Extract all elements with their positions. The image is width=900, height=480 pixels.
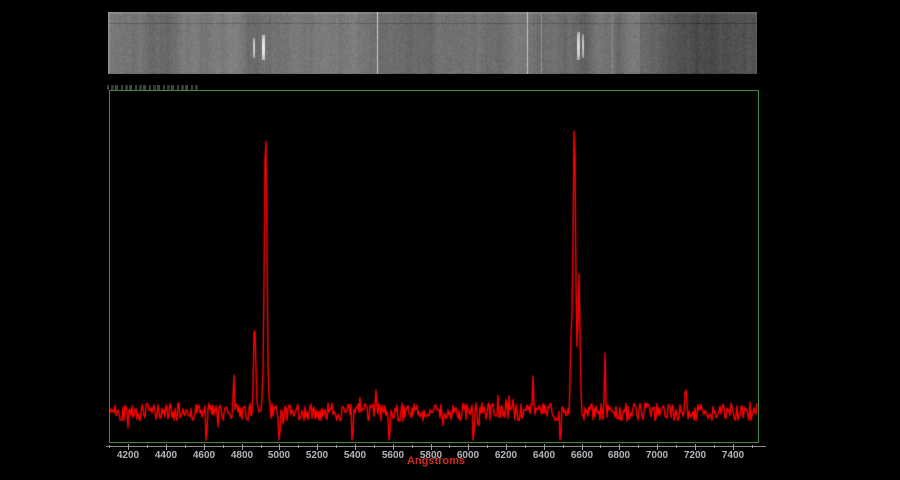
x-axis-minor-tick <box>336 445 337 448</box>
spectroscopy-tool-window: 4200440046004800500052005400560058006000… <box>0 0 900 480</box>
x-tick-label: 7400 <box>711 450 755 461</box>
x-axis-minor-tick <box>525 445 526 448</box>
2d-spectrum-strip-image <box>108 12 757 74</box>
x-axis-line <box>106 446 766 447</box>
x-axis-minor-tick <box>714 445 715 448</box>
x-axis-minor-tick <box>223 445 224 448</box>
spectrum-plot-box <box>109 90 759 443</box>
spectrum-plot-canvas[interactable] <box>110 91 758 442</box>
x-axis-minor-tick <box>147 445 148 448</box>
x-axis-label: Angstroms <box>386 455 486 467</box>
x-axis-minor-tick <box>638 445 639 448</box>
x-axis-minor-tick <box>298 445 299 448</box>
x-axis-minor-tick <box>752 445 753 448</box>
x-axis-minor-tick <box>412 445 413 448</box>
x-axis-minor-tick <box>261 445 262 448</box>
x-axis-minor-tick <box>449 445 450 448</box>
x-axis-minor-tick <box>600 445 601 448</box>
x-axis-minor-tick <box>109 445 110 448</box>
x-axis-minor-tick <box>487 445 488 448</box>
x-axis-minor-tick <box>676 445 677 448</box>
x-axis-minor-tick <box>563 445 564 448</box>
x-axis-minor-tick <box>185 445 186 448</box>
x-axis-minor-tick <box>374 445 375 448</box>
